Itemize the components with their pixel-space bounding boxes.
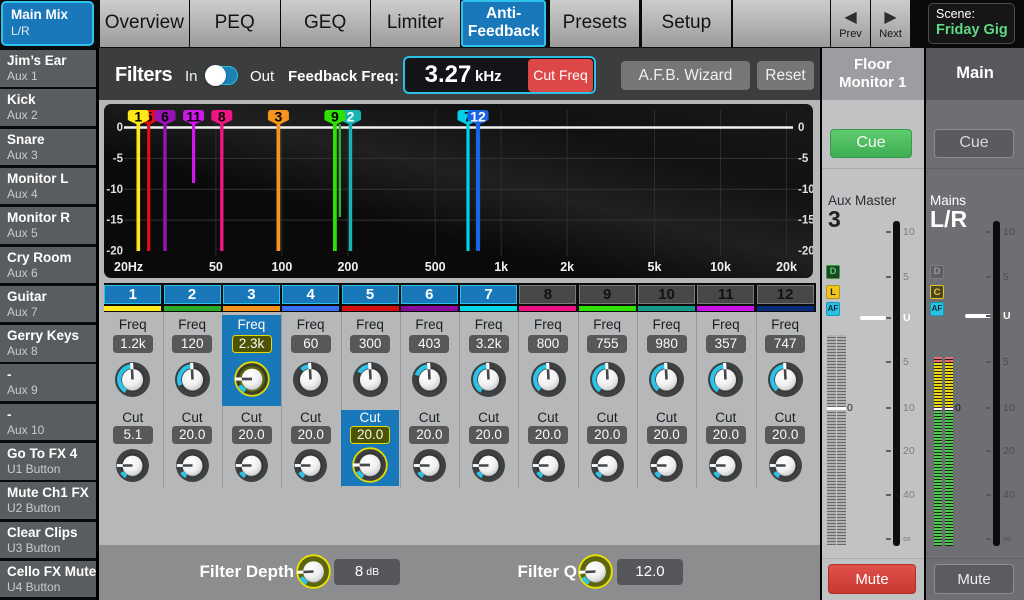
svg-text:-20: -20 — [798, 246, 813, 258]
svg-text:9: 9 — [331, 109, 339, 125]
svg-text:-15: -15 — [798, 215, 813, 227]
svg-text:0: 0 — [798, 122, 804, 134]
svg-text:8: 8 — [218, 109, 226, 125]
svg-text:1: 1 — [134, 109, 142, 125]
svg-text:0: 0 — [117, 122, 123, 134]
svg-text:-5: -5 — [798, 153, 809, 165]
svg-text:-5: -5 — [113, 153, 124, 165]
svg-text:100: 100 — [271, 260, 292, 274]
svg-text:11: 11 — [186, 109, 201, 125]
svg-text:3: 3 — [275, 109, 283, 125]
svg-text:200: 200 — [337, 260, 358, 274]
svg-text:5k: 5k — [648, 260, 662, 274]
svg-text:2k: 2k — [560, 260, 574, 274]
svg-text:10k: 10k — [710, 260, 731, 274]
svg-text:1k: 1k — [494, 260, 508, 274]
svg-text:-15: -15 — [106, 215, 123, 227]
svg-text:500: 500 — [425, 260, 446, 274]
svg-text:12: 12 — [470, 109, 486, 125]
svg-text:-10: -10 — [798, 184, 813, 196]
svg-text:2: 2 — [347, 109, 355, 125]
svg-text:20k: 20k — [776, 260, 797, 274]
svg-text:50: 50 — [209, 260, 223, 274]
svg-text:6: 6 — [161, 109, 169, 125]
svg-text:20Hz: 20Hz — [114, 260, 143, 274]
svg-text:-10: -10 — [106, 184, 123, 196]
svg-text:-20: -20 — [106, 246, 123, 258]
